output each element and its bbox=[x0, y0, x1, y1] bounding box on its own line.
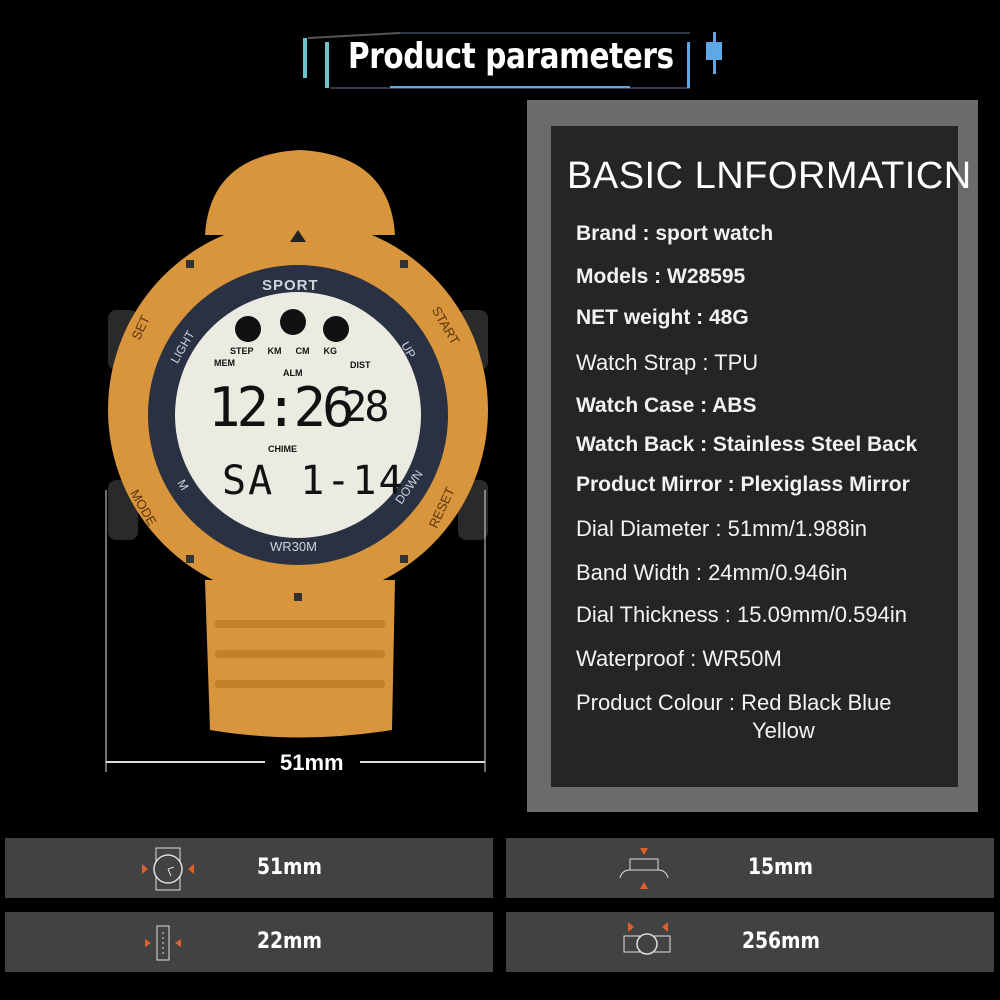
spec-card-diameter: 51mm bbox=[5, 838, 493, 898]
info-row-band-width: Band Width : 24mm/0.946in bbox=[576, 560, 848, 585]
info-row-mirror: Product Mirror : Plexiglass Mirror bbox=[576, 473, 910, 496]
indicator-mem: MEM bbox=[214, 358, 235, 368]
dimension-lines bbox=[105, 490, 486, 772]
info-row-thickness: Dial Thickness : 15.09mm/0.594in bbox=[576, 602, 907, 627]
dimension-label: 51mm bbox=[280, 750, 344, 775]
bezel-sport-label: SPORT bbox=[262, 277, 319, 294]
spec-value: 51mm bbox=[257, 855, 322, 880]
info-row-back: Watch Back : Stainless Steel Back bbox=[576, 433, 918, 456]
lcd-indicators: STEP KM CM KG bbox=[230, 346, 337, 356]
info-row-waterproof: Waterproof : WR50M bbox=[576, 646, 782, 671]
info-row-models: Models : W28595 bbox=[576, 265, 746, 288]
info-row-case: Watch Case : ABS bbox=[576, 394, 757, 417]
strap-length-icon bbox=[623, 922, 671, 955]
lcd-seconds: 28 bbox=[342, 382, 390, 431]
spec-card-strap-length: 256mm bbox=[506, 912, 994, 972]
spec-card-band-width: 22mm bbox=[5, 912, 493, 972]
lcd-time: 12:26 bbox=[208, 376, 355, 439]
indicator-dist: DIST bbox=[350, 360, 371, 370]
indicator-chime: CHIME bbox=[268, 444, 297, 454]
indicator-kg: KG bbox=[323, 346, 338, 356]
spec-value: 256mm bbox=[742, 929, 821, 954]
indicator-km: KM bbox=[267, 346, 282, 356]
spec-value: 15mm bbox=[748, 855, 813, 880]
dial-diameter-icon bbox=[142, 847, 194, 891]
info-row-weight: NET weight : 48G bbox=[576, 306, 749, 329]
info-row-colour: Product Colour : Red Black Blue bbox=[576, 690, 892, 715]
indicator-cm: CM bbox=[295, 346, 310, 356]
info-row-strap: Watch Strap : TPU bbox=[576, 350, 759, 375]
spec-card-thickness: 15mm bbox=[506, 838, 994, 898]
page-title: Product parameters bbox=[348, 36, 674, 77]
info-row-diameter: Dial Diameter : 51mm/1.988in bbox=[576, 516, 868, 541]
info-title: BASIC LNFORMATICN bbox=[567, 155, 972, 197]
spec-value: 22mm bbox=[257, 929, 322, 954]
thickness-icon bbox=[619, 848, 669, 889]
info-row-colour-cont: Yellow bbox=[752, 718, 815, 743]
info-row-brand: Brand : sport watch bbox=[576, 222, 774, 245]
indicator-step: STEP bbox=[230, 346, 254, 356]
band-width-icon bbox=[145, 925, 181, 961]
